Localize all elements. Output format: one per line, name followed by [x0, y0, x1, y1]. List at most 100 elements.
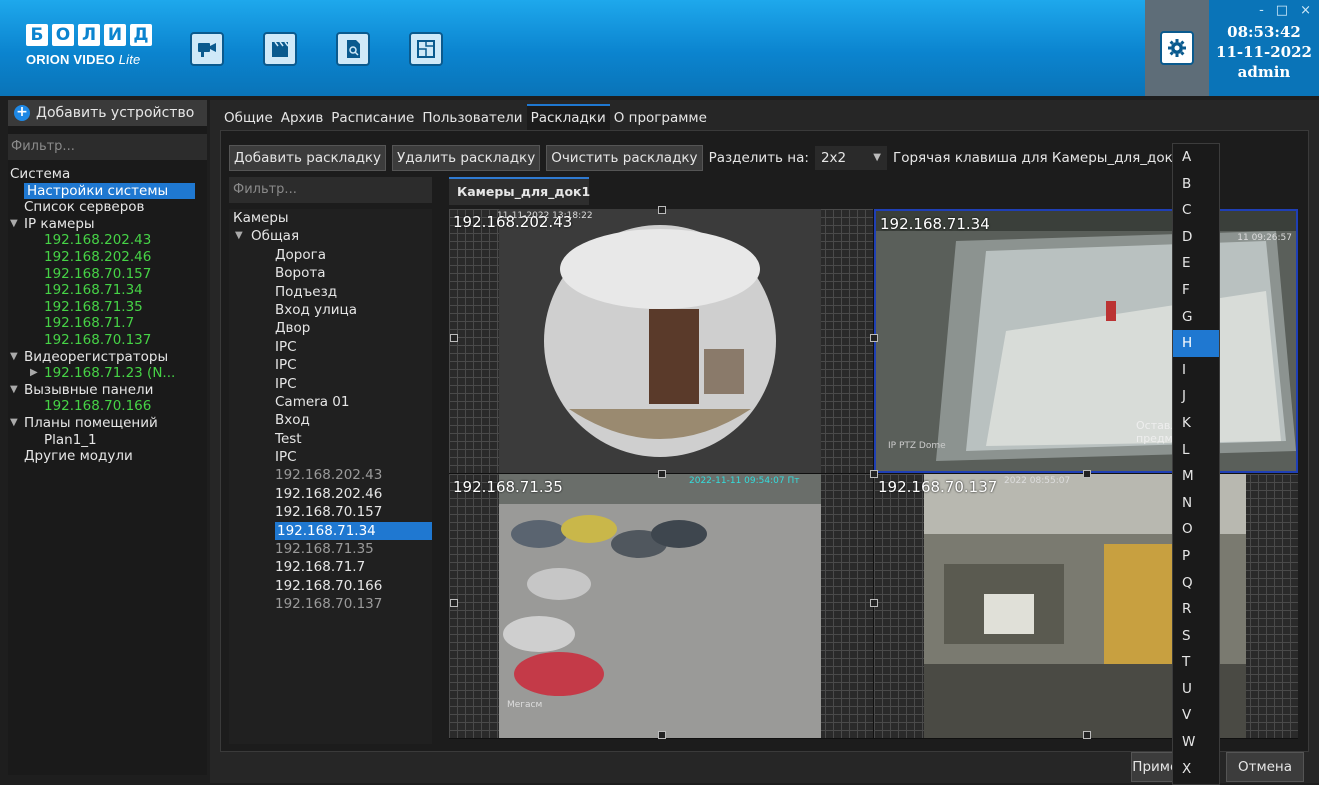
sidebar-tree-item[interactable]: ▶ 192.168.71.23 (N... — [8, 365, 207, 382]
camera-tree-item[interactable]: 192.168.202.46 — [229, 485, 432, 503]
expand-arrow-icon[interactable]: ▼ — [235, 227, 243, 245]
hotkey-option[interactable]: G — [1173, 304, 1219, 331]
camera-tree-item[interactable]: Камеры — [229, 209, 432, 227]
search-events-button[interactable] — [336, 32, 370, 66]
close-icon[interactable]: × — [1300, 0, 1311, 22]
hotkey-option[interactable]: T — [1173, 649, 1219, 676]
resize-handle[interactable] — [1083, 470, 1091, 478]
layout-cell[interactable]: 192.168.202.43 11-11-2022 13:18:22 — [449, 209, 873, 473]
sidebar-tree-item[interactable]: ▼ Видеорегистраторы — [8, 349, 207, 366]
camera-tree-item[interactable]: 192.168.70.137 — [229, 595, 432, 613]
resize-handle[interactable] — [870, 599, 878, 607]
hotkey-option[interactable]: V — [1173, 702, 1219, 729]
hotkey-option[interactable]: X — [1173, 756, 1219, 783]
camera-tree-item[interactable]: Двор — [229, 319, 432, 337]
hotkey-option[interactable]: A — [1173, 144, 1219, 171]
camera-tree-item[interactable]: Подъезд — [229, 283, 432, 301]
hotkey-option[interactable]: O — [1173, 516, 1219, 543]
hotkey-option[interactable]: H — [1173, 330, 1219, 357]
sidebar-tree-item[interactable]: 192.168.202.43 — [8, 232, 207, 249]
sidebar-tree-item[interactable]: ▼ Вызывные панели — [8, 382, 207, 399]
sidebar-tree-item[interactable]: 192.168.71.7 — [8, 315, 207, 332]
camera-tree-item[interactable]: Вход улица — [229, 301, 432, 319]
sidebar-tree-item[interactable]: Список серверов — [8, 199, 207, 216]
tab-3[interactable]: Пользователи — [418, 104, 526, 130]
layout-cell[interactable]: 192.168.70.137 2022 08:55:07 — [874, 474, 1298, 738]
cameras-button[interactable] — [190, 32, 224, 66]
layout-tab[interactable]: Камеры_для_док1 — [449, 177, 590, 205]
tab-2[interactable]: Расписание — [327, 104, 418, 130]
sidebar-tree-item[interactable]: 192.168.202.46 — [8, 249, 207, 266]
hotkey-option[interactable]: R — [1173, 596, 1219, 623]
add-device-button[interactable]: + Добавить устройство — [8, 100, 207, 126]
hotkey-option[interactable]: N — [1173, 490, 1219, 517]
hotkey-option[interactable]: J — [1173, 383, 1219, 410]
camera-tree-item[interactable]: ▼ Общая — [229, 227, 432, 245]
minimize-icon[interactable]: - — [1259, 0, 1264, 22]
sidebar-tree-item[interactable]: 192.168.70.137 — [8, 332, 207, 349]
hotkey-option[interactable]: K — [1173, 410, 1219, 437]
camera-tree-item[interactable]: Camera 01 — [229, 393, 432, 411]
resize-handle[interactable] — [1083, 731, 1091, 739]
camera-filter-input[interactable]: Фильтр... — [229, 177, 432, 203]
expand-arrow-icon[interactable]: ▼ — [10, 382, 18, 399]
camera-tree-item[interactable]: Test — [229, 430, 432, 448]
sidebar-tree-item[interactable]: Plan1_1 — [8, 432, 207, 449]
resize-handle[interactable] — [658, 731, 666, 739]
camera-tree-item[interactable]: Вход — [229, 411, 432, 429]
camera-tree-item[interactable]: 192.168.202.43 — [229, 466, 432, 484]
split-select[interactable]: 2x2 ▼ — [814, 146, 887, 170]
sidebar-tree-item[interactable]: 192.168.71.34 — [8, 282, 207, 299]
camera-tree-item[interactable]: Дорога — [229, 246, 432, 264]
resize-handle[interactable] — [658, 206, 666, 214]
settings-button[interactable] — [1160, 31, 1194, 65]
camera-tree-item[interactable]: IPC — [229, 338, 432, 356]
tab-4[interactable]: Раскладки — [526, 104, 610, 130]
tab-1[interactable]: Архив — [277, 104, 328, 130]
layout-cell-selected[interactable]: 192.168.71.34 11 09:26:57 Оставленный пр… — [874, 209, 1298, 473]
expand-arrow-icon[interactable]: ▼ — [10, 415, 18, 432]
camera-tree-item[interactable]: 192.168.71.34 — [229, 521, 432, 541]
hotkey-option[interactable]: L — [1173, 437, 1219, 464]
plans-button[interactable] — [409, 32, 443, 66]
sidebar-tree-item[interactable]: 192.168.70.157 — [8, 266, 207, 283]
tab-0[interactable]: Общие — [220, 104, 277, 130]
camera-tree-item[interactable]: IPC — [229, 375, 432, 393]
resize-handle[interactable] — [870, 470, 878, 478]
cancel-button[interactable]: Отмена — [1226, 752, 1304, 782]
hotkey-option[interactable]: D — [1173, 224, 1219, 251]
sidebar-tree-item[interactable]: Другие модули — [8, 448, 207, 465]
expand-arrow-icon[interactable]: ▼ — [10, 349, 18, 366]
hotkey-option[interactable]: W — [1173, 729, 1219, 756]
layout-cell[interactable]: 192.168.71.35 2022-11-11 09:54:07 Пт Мег… — [449, 474, 873, 738]
camera-tree-item[interactable]: IPC — [229, 448, 432, 466]
camera-tree-item[interactable]: 192.168.70.157 — [229, 503, 432, 521]
hotkey-option[interactable]: S — [1173, 623, 1219, 650]
add-layout-button[interactable]: Добавить раскладку — [229, 145, 387, 171]
hotkey-option[interactable]: I — [1173, 357, 1219, 384]
tab-5[interactable]: О программе — [610, 104, 711, 130]
camera-tree-item[interactable]: 192.168.71.7 — [229, 558, 432, 576]
hotkey-option[interactable]: F — [1173, 277, 1219, 304]
sidebar-tree-item[interactable]: ▼ IP камеры — [8, 216, 207, 233]
collapsed-arrow-icon[interactable]: ▶ — [30, 365, 38, 382]
delete-layout-button[interactable]: Удалить раскладку — [392, 145, 541, 171]
camera-tree-item[interactable]: IPC — [229, 356, 432, 374]
resize-handle[interactable] — [870, 334, 878, 342]
hotkey-option[interactable]: Q — [1173, 570, 1219, 597]
sidebar-filter-input[interactable]: Фильтр... — [8, 134, 207, 160]
hotkey-option[interactable]: B — [1173, 171, 1219, 198]
sidebar-tree-item[interactable]: Настройки системы — [8, 182, 207, 200]
camera-tree-item[interactable]: 192.168.71.35 — [229, 540, 432, 558]
sidebar-tree-item[interactable]: 192.168.70.166 — [8, 398, 207, 415]
sidebar-tree-item[interactable]: ▼ Планы помещений — [8, 415, 207, 432]
clear-layout-button[interactable]: Очистить раскладку — [546, 145, 703, 171]
sidebar-tree-item[interactable]: 192.168.71.35 — [8, 299, 207, 316]
camera-tree-item[interactable]: Ворота — [229, 264, 432, 282]
hotkey-option[interactable]: U — [1173, 676, 1219, 703]
camera-tree-item[interactable]: 192.168.70.166 — [229, 577, 432, 595]
maximize-icon[interactable]: □ — [1276, 0, 1288, 22]
sidebar-tree-item[interactable]: Система — [8, 166, 207, 183]
resize-handle[interactable] — [450, 334, 458, 342]
hotkey-option[interactable]: E — [1173, 250, 1219, 277]
